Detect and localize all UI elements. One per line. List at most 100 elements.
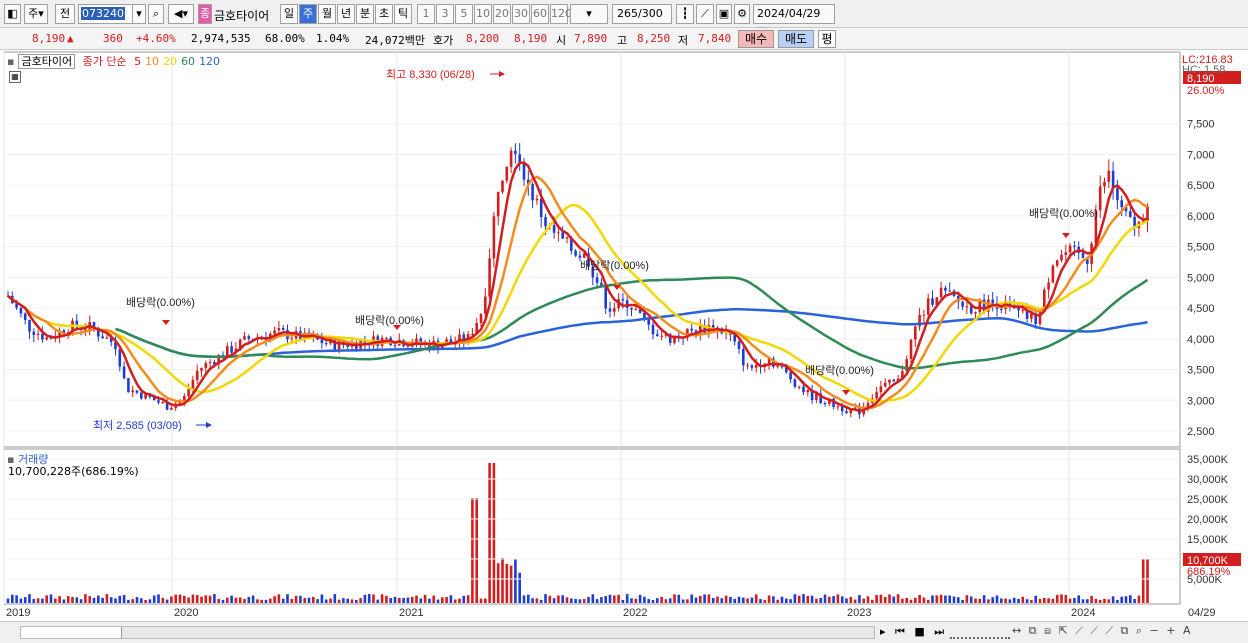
volume-bar (204, 595, 208, 603)
volume-bar (19, 598, 23, 603)
scroll-thumb[interactable] (121, 627, 874, 638)
candle-body (101, 336, 104, 339)
candle-icon[interactable]: ┇ (676, 4, 694, 24)
candle-body (574, 250, 577, 256)
interval-tab-1[interactable]: 1 (417, 4, 435, 24)
low-annotation: 최저 2,585 (03/09) (93, 419, 182, 432)
volume-bar (957, 597, 960, 603)
period-tab-3[interactable]: 년 (337, 4, 355, 24)
volume-bar (11, 594, 14, 603)
stock-code: 073240 (81, 7, 125, 20)
nav-buttons[interactable]: ▸ ⏮ ■ ⏭ (880, 625, 947, 639)
volume-bar (806, 595, 810, 603)
chart-menu-icon[interactable]: ◧ (4, 4, 21, 24)
candle-body (243, 336, 246, 340)
tool-icons[interactable]: ↔ ⧉ ⧈ ⇱ ⟋ ⟋ ⟋ ⧉ ⌕ − + A (1012, 624, 1193, 638)
speaker-icon[interactable]: ◀▾ (168, 4, 194, 24)
interval-dropdown[interactable]: ▾ (570, 4, 608, 24)
candle-body (613, 308, 616, 312)
period-tab-5[interactable]: 초 (375, 4, 393, 24)
ma-legend-20[interactable]: 20 (163, 55, 177, 68)
volume-bar (157, 594, 160, 603)
volume-bar (281, 598, 285, 603)
candle-body (1116, 188, 1119, 201)
volume-bar (1077, 595, 1080, 603)
volume-bar (1047, 598, 1050, 603)
volume-bar (453, 599, 457, 603)
candle-body (604, 285, 607, 309)
period-tab-1[interactable]: 주 (299, 4, 317, 24)
high-label: 고 (617, 34, 628, 47)
volume-bar (170, 596, 173, 603)
code-dropdown-icon[interactable]: ▾ (132, 4, 146, 24)
ma-legend-5[interactable]: 5 (134, 55, 141, 68)
price-tick-label: 2,500 (1187, 426, 1215, 438)
interval-tab-3[interactable]: 3 (436, 4, 454, 24)
volume-bar (131, 599, 134, 603)
volume-bar (415, 595, 418, 603)
volume-bar (552, 598, 556, 603)
settings-icon[interactable]: ⚙ (734, 4, 750, 24)
candle-body (866, 402, 870, 407)
volume-bar (849, 597, 853, 603)
scroll-track[interactable] (20, 626, 875, 639)
prev-button[interactable]: 전 (55, 4, 75, 24)
volume-bar (234, 597, 238, 603)
volume-bar (54, 598, 57, 603)
volume-bar (625, 594, 629, 603)
table-icon[interactable]: ▦ (9, 71, 21, 83)
candle-body (277, 327, 281, 331)
period-tab-0[interactable]: 일 (280, 4, 298, 24)
zoom-slider[interactable] (950, 625, 1010, 639)
volume-bar (1098, 599, 1102, 603)
legend-stock-name[interactable]: 금호타이어 (18, 54, 76, 69)
volume-bar (978, 598, 982, 603)
candle-body (505, 166, 509, 181)
price-tick-label: 6,000 (1187, 211, 1215, 223)
toolbar: ◧ 주▾ 전 073240 ▾ ⌕ ◀▾ 종 금호타이어 일주월년분초틱 135… (0, 0, 1248, 38)
candle-body (32, 331, 36, 335)
interval-tab-20[interactable]: 20 (493, 4, 511, 24)
market-select[interactable]: 주▾ (24, 4, 48, 24)
volume-bar (286, 594, 289, 603)
volume-bar (578, 599, 582, 603)
volume-bar (174, 594, 177, 603)
volume-bar (41, 598, 44, 603)
price-chart[interactable]: 2,500 3,000 3,500 4,000 4,500 5,000 5,500 6,000… (0, 50, 1248, 643)
candle-body (557, 232, 560, 234)
ma-legend-120[interactable]: 120 (199, 55, 220, 68)
period-tab-2[interactable]: 월 (318, 4, 336, 24)
period-tab-6[interactable]: 틱 (394, 4, 412, 24)
ma-legend-10[interactable]: 10 (145, 55, 159, 68)
volume-bar (1004, 598, 1007, 603)
interval-tab-10[interactable]: 10 (474, 4, 492, 24)
volume-bar (754, 594, 758, 603)
period-tab-4[interactable]: 분 (356, 4, 374, 24)
search-icon[interactable]: ⌕ (148, 4, 164, 24)
candle-body (746, 365, 749, 367)
sell-button[interactable]: 매도 (778, 30, 814, 48)
dividend-annotation: 배당락(0.00%) (355, 314, 424, 327)
interval-tab-60[interactable]: 60 (531, 4, 549, 24)
interval-tab-30[interactable]: 30 (512, 4, 530, 24)
candle-body (656, 334, 659, 336)
line-tool-icon[interactable]: ⟋ (696, 4, 714, 24)
interval-tab-5[interactable]: 5 (455, 4, 473, 24)
volume-tick-label: 15,000K (1187, 534, 1229, 546)
save-icon[interactable]: ▣ (716, 4, 732, 24)
volume-bar (514, 558, 517, 603)
buy-button[interactable]: 매수 (738, 30, 774, 48)
candle-body (488, 258, 491, 297)
ma-legend-60[interactable]: 60 (181, 55, 195, 68)
candle-body (385, 337, 388, 339)
volume-bar (724, 595, 728, 603)
turnover: 1.04% (316, 32, 350, 45)
price-tick-label: 3,000 (1187, 395, 1215, 407)
candle-body (965, 306, 969, 308)
volume-bar (1034, 595, 1037, 603)
date-input[interactable]: 2024/04/29 ▦ (753, 4, 835, 38)
interval-tab-120[interactable]: 120 (550, 4, 572, 24)
eval-button[interactable]: 평 (818, 30, 836, 48)
volume-bar (561, 595, 564, 603)
count-input[interactable]: 265/300 (612, 4, 672, 24)
